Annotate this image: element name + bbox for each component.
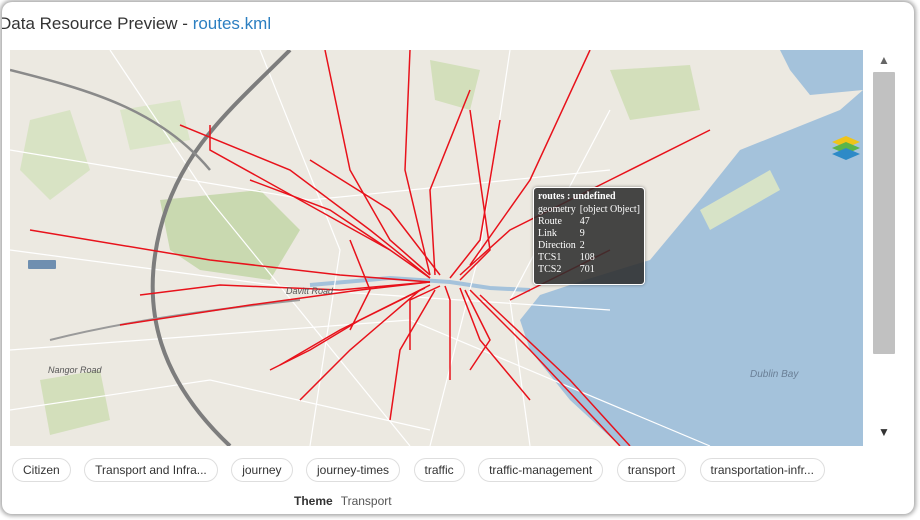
theme-value: Transport xyxy=(340,494,392,508)
popup-row: Link 9 xyxy=(538,228,644,240)
header: Data Resource Preview - routes.kml xyxy=(2,10,914,38)
scroll-up-arrow-icon[interactable]: ▲ xyxy=(872,52,896,68)
feature-popup: routes : undefined geometry [object Objec… xyxy=(533,187,645,285)
scroll-down-arrow-icon[interactable]: ▼ xyxy=(872,424,896,440)
tag-journey[interactable]: journey xyxy=(231,458,293,482)
attr-key: Direction xyxy=(538,240,576,251)
bay-label: Dublin Bay xyxy=(750,369,799,380)
preview-window: Data Resource Preview - routes.kml Dubli… xyxy=(2,2,914,514)
road-label: Davitt Road xyxy=(286,286,334,296)
tag-list: Citizen Transport and Infra... journey j… xyxy=(12,458,834,482)
popup-row: TCS2 701 xyxy=(538,264,644,276)
attr-value: 9 xyxy=(579,228,585,239)
attr-key: TCS1 xyxy=(538,252,562,263)
popup-row: geometry [object Object] xyxy=(538,204,644,216)
popup-attributes: geometry [object Object] Route 47 Link 9 Di… xyxy=(538,204,644,276)
popup-row: Route 47 xyxy=(538,216,644,228)
attr-key: Route xyxy=(538,216,562,227)
tag-transport[interactable]: transport xyxy=(616,458,687,482)
attr-key: TCS2 xyxy=(538,264,562,275)
attr-value: 47 xyxy=(579,216,590,227)
attr-value: 108 xyxy=(579,252,595,263)
theme-label: Theme xyxy=(294,494,333,508)
tag-citizen[interactable]: Citizen xyxy=(12,458,71,482)
attr-value: 2 xyxy=(579,240,585,251)
attr-value: [object Object] xyxy=(579,204,641,215)
attr-key: Link xyxy=(538,228,557,239)
tag-traffic[interactable]: traffic xyxy=(413,458,465,482)
tag-traffic-management[interactable]: traffic-management xyxy=(478,458,604,482)
map-canvas[interactable] xyxy=(10,50,863,446)
layers-icon[interactable] xyxy=(830,134,862,164)
map-view[interactable]: Dublin Bay Davitt Road Nangor Road xyxy=(10,50,863,446)
tag-journey-times[interactable]: journey-times xyxy=(306,458,401,482)
theme-row: Theme Transport xyxy=(294,494,392,508)
popup-row: TCS1 108 xyxy=(538,252,644,264)
title-prefix: Data Resource Preview - xyxy=(2,14,193,33)
road-label: Nangor Road xyxy=(48,365,102,375)
scrollbar-thumb[interactable] xyxy=(873,72,895,354)
attr-value: 701 xyxy=(579,264,595,275)
page-title: Data Resource Preview - routes.kml xyxy=(2,14,271,34)
zoom-slider-handle[interactable] xyxy=(28,260,56,269)
popup-title: routes : undefined xyxy=(538,191,616,202)
file-name-link[interactable]: routes.kml xyxy=(193,14,271,33)
tag-transportation-infr[interactable]: transportation-infr... xyxy=(699,458,825,482)
attr-key: geometry xyxy=(538,204,576,215)
tag-transport-and-infra[interactable]: Transport and Infra... xyxy=(84,458,218,482)
popup-row: Direction 2 xyxy=(538,240,644,252)
